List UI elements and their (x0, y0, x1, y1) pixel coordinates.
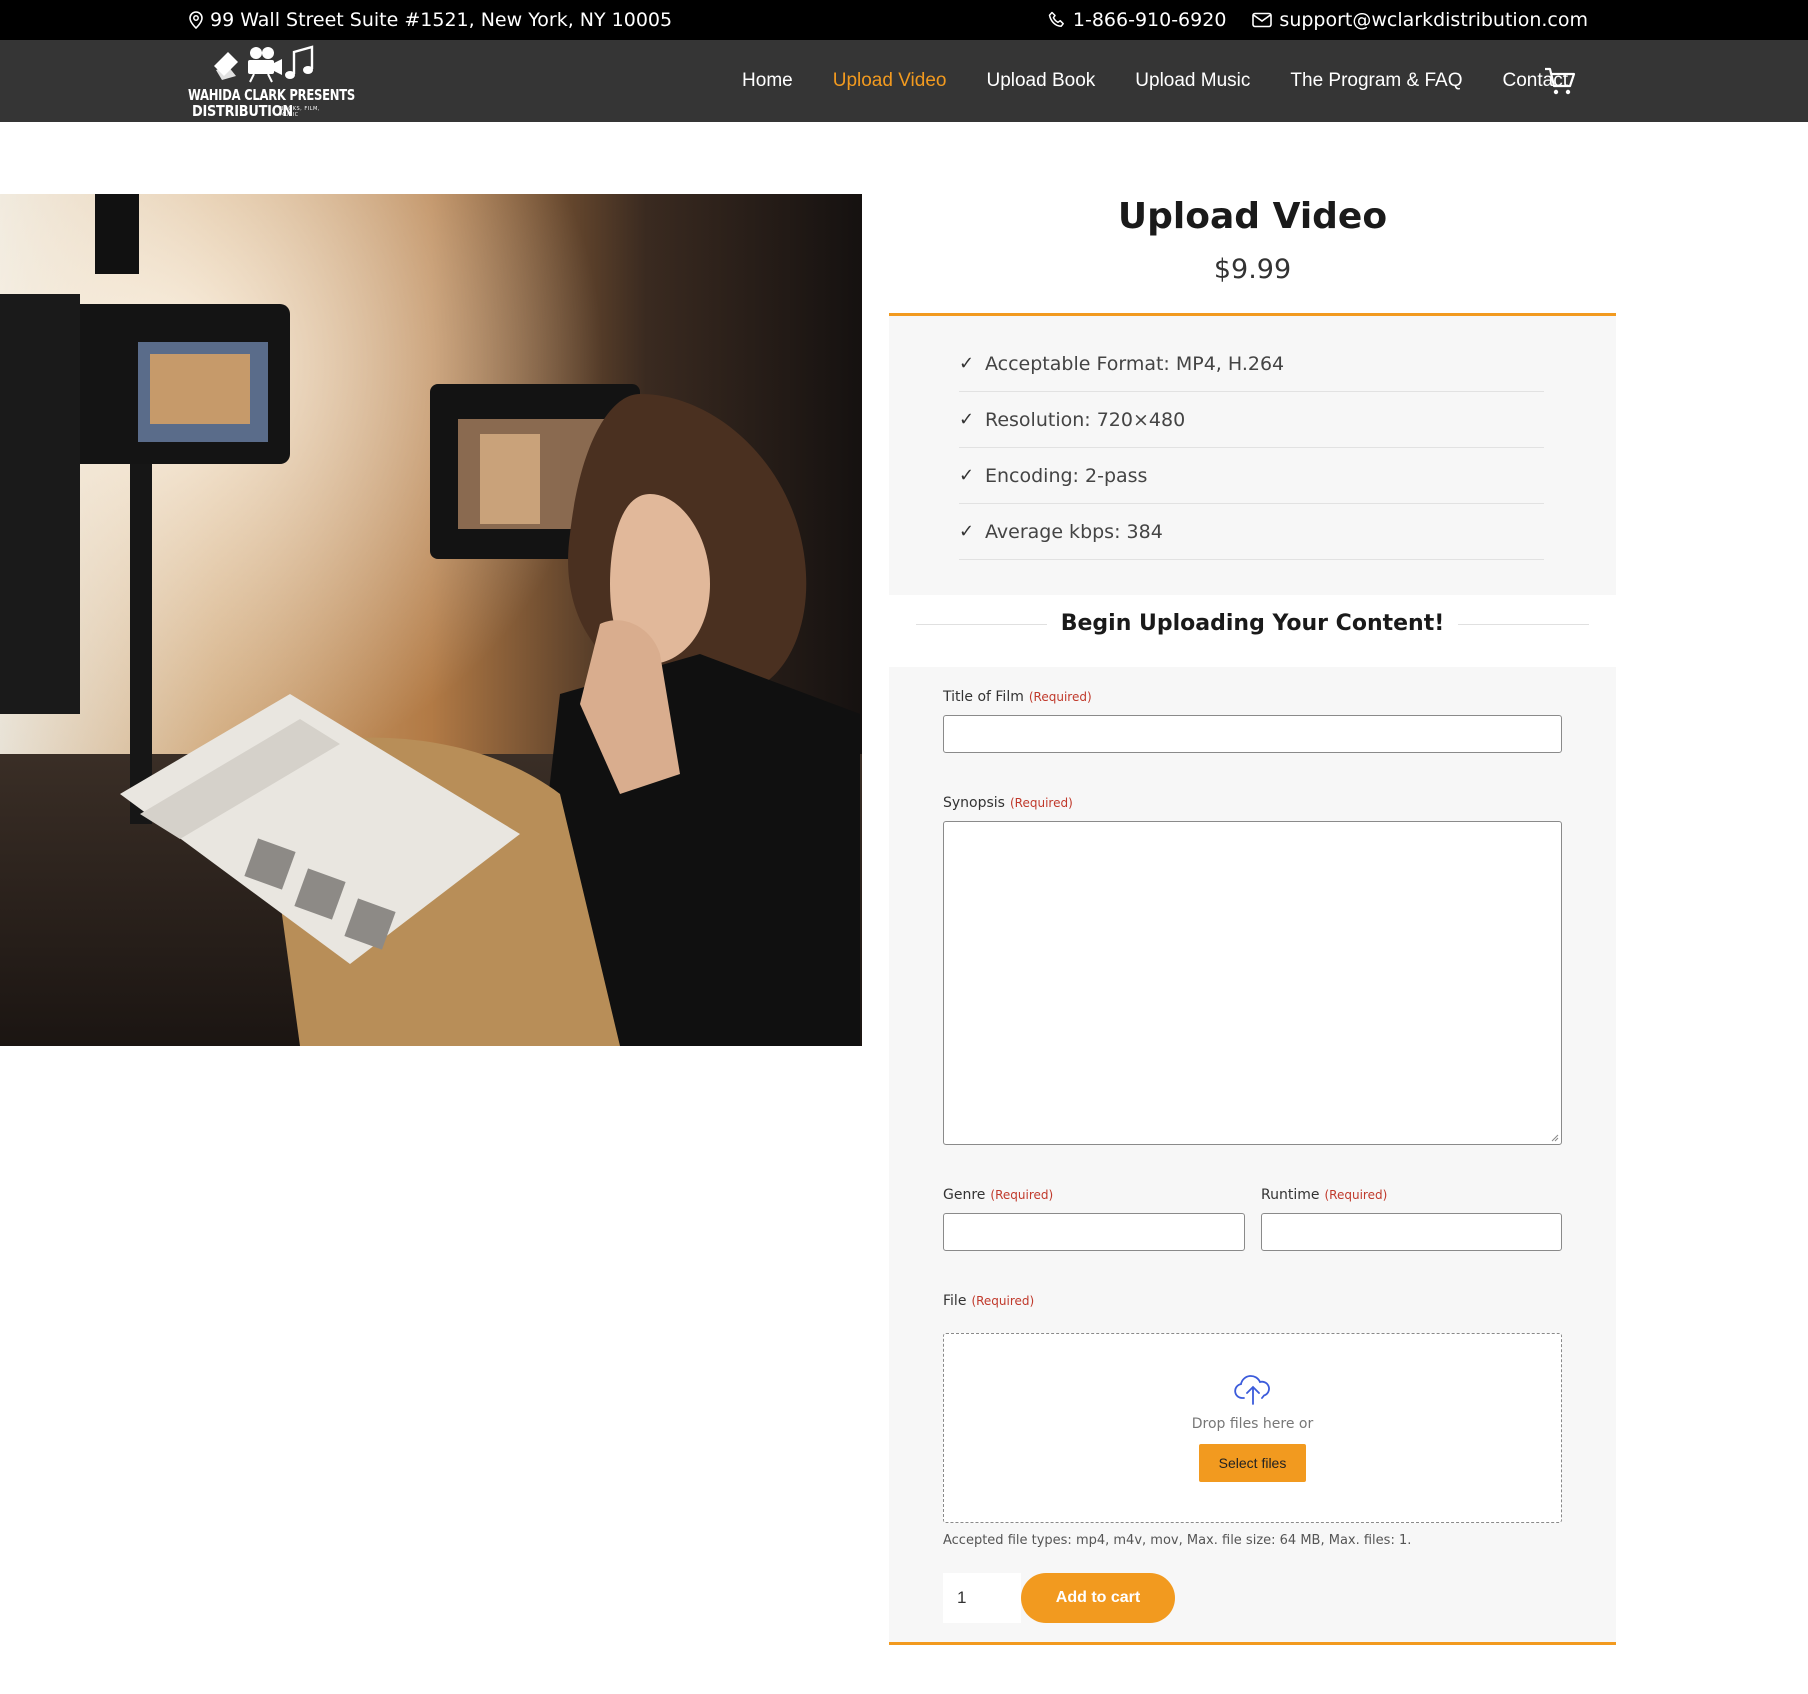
logo-tagline: BOOKS, FILM, MUSIC (280, 106, 320, 118)
phone-icon (1048, 11, 1066, 29)
file-label: File (Required) (943, 1293, 1035, 1309)
check-icon: ✓ (959, 353, 975, 374)
nav-upload-video[interactable]: Upload Video (833, 70, 947, 92)
required-marker: (Required) (1009, 796, 1073, 810)
accepted-files-hint: Accepted file types: mp4, m4v, mov, Max.… (943, 1533, 1412, 1548)
synopsis-label: Synopsis (Required) (943, 795, 1073, 811)
spec-list: ✓ Acceptable Format: MP4, H.264 ✓ Resoluti… (959, 336, 1544, 560)
cart-icon[interactable] (1544, 66, 1576, 100)
check-icon: ✓ (959, 409, 975, 430)
required-marker: (Required) (971, 1294, 1035, 1308)
add-to-cart-button[interactable]: Add to cart (1021, 1573, 1175, 1623)
genre-input[interactable] (943, 1213, 1245, 1251)
logo-line2: DISTRIBUTION (192, 102, 293, 120)
title-label: Title of Film (Required) (943, 689, 1092, 705)
nav-home[interactable]: Home (742, 70, 793, 92)
check-icon: ✓ (959, 521, 975, 542)
quantity-input[interactable] (943, 1573, 1021, 1623)
section-divider: Begin Uploading Your Content! (916, 606, 1589, 642)
map-pin-icon (188, 11, 204, 29)
address: 99 Wall Street Suite #1521, New York, NY… (188, 9, 672, 31)
upload-form: Title of Film (Required) Synopsis (Require… (889, 667, 1616, 1645)
select-files-button[interactable]: Select files (1199, 1444, 1306, 1482)
required-marker: (Required) (1028, 690, 1092, 704)
hero-photo (0, 194, 862, 1046)
nav-program-faq[interactable]: The Program & FAQ (1290, 70, 1462, 92)
email-text: support@wclarkdistribution.com (1279, 9, 1588, 31)
resize-grip-icon[interactable] (1549, 1132, 1559, 1142)
envelope-icon (1252, 12, 1273, 28)
phone-text: 1-866-910-6920 (1072, 9, 1227, 31)
product-price: $9.99 (1213, 254, 1292, 285)
drop-text: Drop files here or (1191, 1416, 1314, 1432)
main-navbar: WAHIDA CLARK PRESENTS DISTRIBUTION BOOKS… (0, 40, 1808, 122)
site-logo[interactable]: WAHIDA CLARK PRESENTS DISTRIBUTION BOOKS… (188, 44, 355, 120)
check-icon: ✓ (959, 465, 975, 486)
required-marker: (Required) (1324, 1188, 1388, 1202)
spec-item: ✓ Acceptable Format: MP4, H.264 (959, 336, 1544, 392)
file-dropzone[interactable]: Drop files here or Select files (943, 1333, 1562, 1523)
synopsis-textarea[interactable] (943, 821, 1562, 1145)
title-input[interactable] (943, 715, 1562, 753)
required-marker: (Required) (990, 1188, 1054, 1202)
section-heading: Begin Uploading Your Content! (1046, 611, 1459, 636)
product-title: Upload Video (1117, 196, 1388, 237)
spec-item: ✓ Encoding: 2-pass (959, 448, 1544, 504)
top-contact-bar: 99 Wall Street Suite #1521, New York, NY… (0, 0, 1808, 40)
spec-box: ✓ Acceptable Format: MP4, H.264 ✓ Resoluti… (889, 313, 1616, 595)
email[interactable]: support@wclarkdistribution.com (1252, 9, 1588, 31)
nav-upload-book[interactable]: Upload Book (986, 70, 1095, 92)
nav-menu: Home Upload Video Upload Book Upload Mus… (742, 40, 1568, 122)
product-panel: Upload Video $9.99 ✓ Acceptable Format: M… (889, 194, 1616, 1645)
spec-item: ✓ Average kbps: 384 (959, 504, 1544, 560)
address-text: 99 Wall Street Suite #1521, New York, NY… (210, 9, 673, 31)
runtime-input[interactable] (1261, 1213, 1562, 1251)
runtime-label: Runtime (Required) (1261, 1187, 1388, 1203)
spec-item: ✓ Resolution: 720×480 (959, 392, 1544, 448)
genre-label: Genre (Required) (943, 1187, 1054, 1203)
nav-upload-music[interactable]: Upload Music (1135, 70, 1250, 92)
cloud-upload-icon (1234, 1375, 1270, 1405)
logo-glyphs-icon (214, 45, 314, 83)
phone[interactable]: 1-866-910-6920 (1048, 9, 1227, 31)
